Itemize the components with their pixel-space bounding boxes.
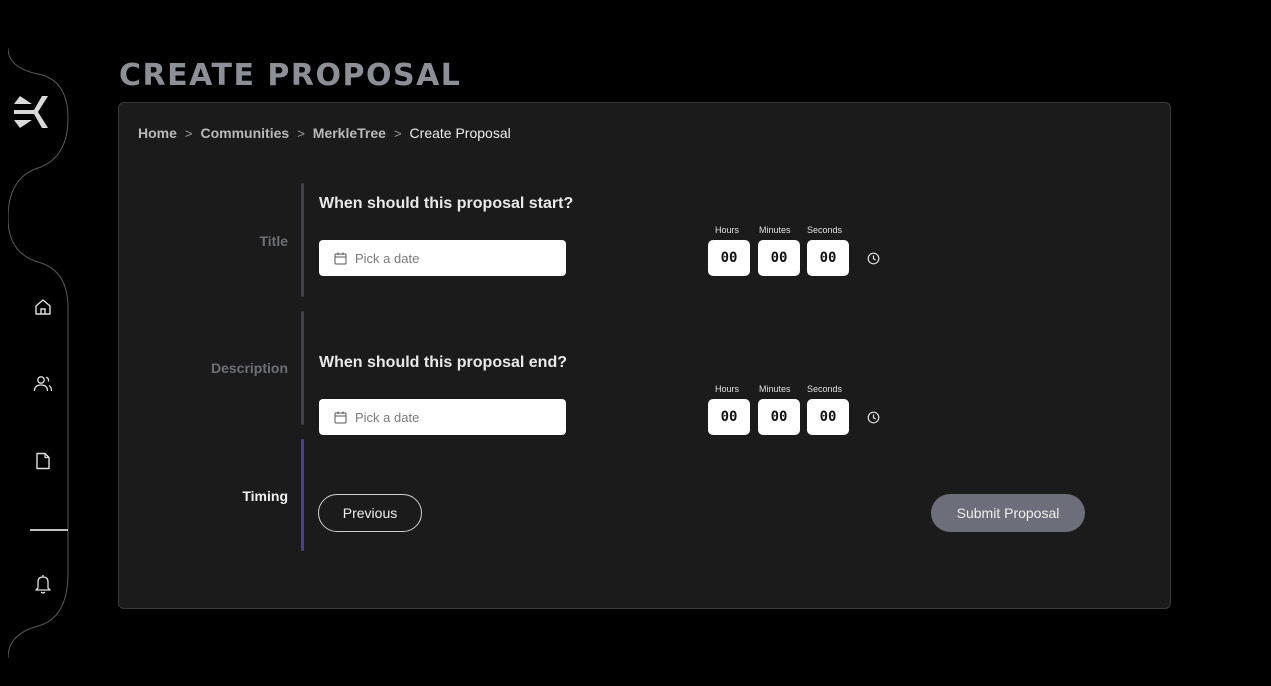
start-date-picker[interactable]: Pick a date (319, 240, 566, 276)
breadcrumb-separator: > (393, 125, 402, 141)
end-seconds-input[interactable]: 00 (807, 399, 849, 435)
submit-proposal-button[interactable]: Submit Proposal (931, 494, 1085, 532)
proposal-panel: Home > Communities > MerkleTree > Create… (118, 102, 1171, 609)
start-clock-icon[interactable] (867, 252, 880, 265)
end-minutes-input[interactable]: 00 (758, 399, 800, 435)
sidebar-divider (30, 529, 68, 531)
step-timing-bar (301, 439, 304, 551)
start-hours-input[interactable]: 00 (708, 240, 750, 276)
page-title: CREATE PROPOSAL (119, 58, 462, 93)
breadcrumb-communities[interactable]: Communities (201, 125, 290, 141)
document-icon[interactable] (32, 450, 54, 472)
breadcrumb-separator: > (297, 125, 305, 141)
start-hours-label: Hours (715, 225, 740, 235)
previous-button[interactable]: Previous (318, 494, 422, 532)
step-title[interactable]: Title (259, 233, 288, 249)
breadcrumb-merkletree[interactable]: MerkleTree (313, 125, 386, 141)
start-question: When should this proposal start? (319, 195, 574, 212)
end-question: When should this proposal end? (319, 354, 567, 371)
start-seconds-label: Seconds (807, 225, 843, 235)
breadcrumb-current: Create Proposal (409, 125, 511, 141)
users-icon[interactable] (32, 373, 54, 395)
app-frame: CREATE PROPOSAL Home > Communities > Mer… (0, 0, 1271, 686)
bell-icon[interactable] (32, 573, 54, 595)
end-hours-label: Hours (715, 384, 740, 394)
start-date-placeholder: Pick a date (355, 250, 420, 266)
step-description[interactable]: Description (211, 360, 288, 376)
logo-icon[interactable] (12, 92, 50, 132)
step-timing[interactable]: Timing (242, 488, 288, 504)
breadcrumb: Home > Communities > MerkleTree > Create… (138, 125, 511, 141)
end-date-placeholder: Pick a date (355, 409, 420, 425)
sidebar (8, 8, 72, 686)
end-clock-icon[interactable] (867, 411, 880, 424)
breadcrumb-home[interactable]: Home (138, 125, 177, 141)
start-minutes-input[interactable]: 00 (758, 240, 800, 276)
step-title-bar (301, 183, 304, 297)
step-description-bar (301, 311, 304, 425)
end-minutes-label: Minutes (759, 384, 791, 394)
end-date-picker[interactable]: Pick a date (319, 399, 566, 435)
home-icon[interactable] (32, 296, 54, 318)
breadcrumb-separator: > (184, 125, 193, 141)
calendar-icon (334, 252, 347, 264)
end-hours-input[interactable]: 00 (708, 399, 750, 435)
start-seconds-input[interactable]: 00 (807, 240, 849, 276)
start-minutes-label: Minutes (759, 225, 791, 235)
calendar-icon (334, 411, 347, 423)
end-seconds-label: Seconds (807, 384, 843, 394)
